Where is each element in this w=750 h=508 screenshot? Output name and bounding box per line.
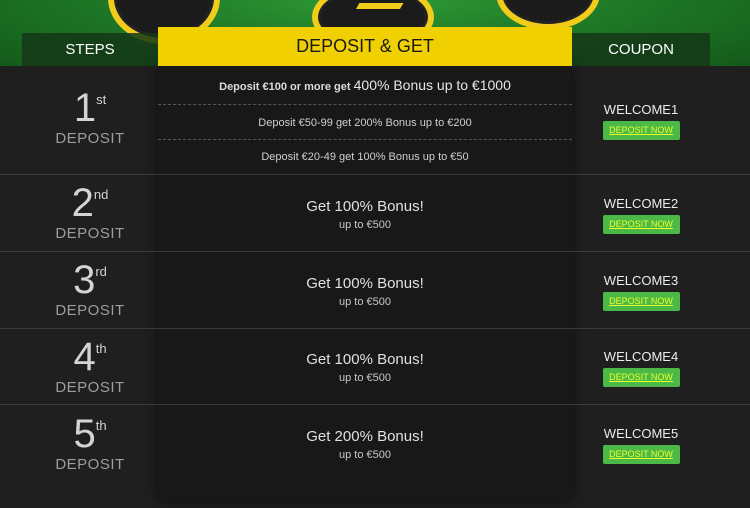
deposit-now-button[interactable]: DEPOSIT NOW bbox=[602, 292, 680, 311]
step-number: 5 bbox=[73, 412, 96, 456]
coupon-cell: WELCOME1 DEPOSIT NOW bbox=[572, 102, 710, 140]
deposit-get-header: DEPOSIT & GET bbox=[158, 27, 572, 66]
step-label: DEPOSIT bbox=[55, 456, 125, 473]
bonus-limit: up to €500 bbox=[339, 449, 391, 461]
deposit-now-button[interactable]: DEPOSIT NOW bbox=[602, 121, 680, 140]
deposit-now-button[interactable]: DEPOSIT NOW bbox=[602, 215, 680, 234]
tier-divider bbox=[158, 104, 572, 105]
bonus-limit: up to €500 bbox=[339, 219, 391, 231]
coupon-header: COUPON bbox=[572, 33, 710, 66]
tier-divider bbox=[158, 139, 572, 140]
step-label: DEPOSIT bbox=[55, 225, 125, 242]
step-label: DEPOSIT bbox=[55, 379, 125, 396]
step-2: 2nd DEPOSIT bbox=[22, 183, 158, 242]
tier-400-prefix: Deposit €100 or more get bbox=[219, 81, 351, 93]
step-suffix: st bbox=[96, 92, 107, 107]
deposit-now-button[interactable]: DEPOSIT NOW bbox=[602, 445, 680, 464]
deposit-now-button[interactable]: DEPOSIT NOW bbox=[602, 368, 680, 387]
step-suffix: rd bbox=[95, 264, 107, 279]
deposit-row-2: 2nd DEPOSIT Get 100% Bonus! up to €500 W… bbox=[0, 175, 750, 252]
tier-100: Deposit €20-49 get 100% Bonus up to €50 bbox=[261, 151, 469, 163]
step-number: 2 bbox=[71, 181, 94, 225]
tier-400: Deposit €100 or more get 400% Bonus up t… bbox=[158, 77, 572, 93]
coupon-code: WELCOME1 bbox=[603, 102, 679, 117]
step-suffix: th bbox=[95, 418, 107, 433]
step-label: DEPOSIT bbox=[55, 130, 125, 147]
bonus-title: Get 100% Bonus! bbox=[306, 275, 424, 292]
step-suffix: th bbox=[95, 341, 107, 356]
coupon-code: WELCOME5 bbox=[603, 426, 679, 441]
step-5: 5th DEPOSIT bbox=[22, 414, 158, 473]
step-number: 4 bbox=[73, 335, 96, 379]
bonus-limit: up to €500 bbox=[339, 372, 391, 384]
bonus-offer: Get 200% Bonus! up to €500 bbox=[158, 428, 572, 461]
coupon-code: WELCOME2 bbox=[603, 196, 679, 211]
step-4: 4th DEPOSIT bbox=[22, 337, 158, 396]
tier-400-highlight: 400% Bonus up to €1000 bbox=[353, 77, 511, 93]
steps-header: STEPS bbox=[22, 33, 158, 66]
step-number: 1 bbox=[73, 86, 97, 130]
step-suffix: nd bbox=[93, 187, 109, 202]
bonus-title: Get 200% Bonus! bbox=[306, 428, 424, 445]
deposit-row-5: 5th DEPOSIT Get 200% Bonus! up to €500 W… bbox=[0, 405, 750, 500]
step-3: 3rd DEPOSIT bbox=[22, 260, 158, 319]
bonus-title: Get 100% Bonus! bbox=[306, 198, 424, 215]
deposit-row-4: 4th DEPOSIT Get 100% Bonus! up to €500 W… bbox=[0, 329, 750, 405]
step-number: 3 bbox=[73, 258, 96, 302]
coupon-code: WELCOME3 bbox=[603, 273, 679, 288]
bonus-offer: Get 100% Bonus! up to €500 bbox=[158, 198, 572, 231]
bonus-title: Get 100% Bonus! bbox=[306, 351, 424, 368]
deposit-row-1: 1st DEPOSIT Deposit €100 or more get 400… bbox=[0, 66, 750, 175]
coupon-cell: WELCOME5 DEPOSIT NOW bbox=[572, 426, 710, 464]
poker-chip-icon bbox=[496, 0, 600, 30]
step-1: 1st DEPOSIT bbox=[22, 88, 158, 147]
tier-200: Deposit €50-99 get 200% Bonus up to €200 bbox=[258, 117, 472, 129]
coupon-cell: WELCOME4 DEPOSIT NOW bbox=[572, 349, 710, 387]
step-label: DEPOSIT bbox=[55, 302, 125, 319]
coupon-code: WELCOME4 bbox=[603, 349, 679, 364]
bonus-limit: up to €500 bbox=[339, 296, 391, 308]
coupon-cell: WELCOME2 DEPOSIT NOW bbox=[572, 196, 710, 234]
coupon-cell: WELCOME3 DEPOSIT NOW bbox=[572, 273, 710, 311]
deposit-row-3: 3rd DEPOSIT Get 100% Bonus! up to €500 W… bbox=[0, 252, 750, 329]
bonus-offer: Get 100% Bonus! up to €500 bbox=[158, 275, 572, 308]
bonus-offer: Get 100% Bonus! up to €500 bbox=[158, 351, 572, 384]
